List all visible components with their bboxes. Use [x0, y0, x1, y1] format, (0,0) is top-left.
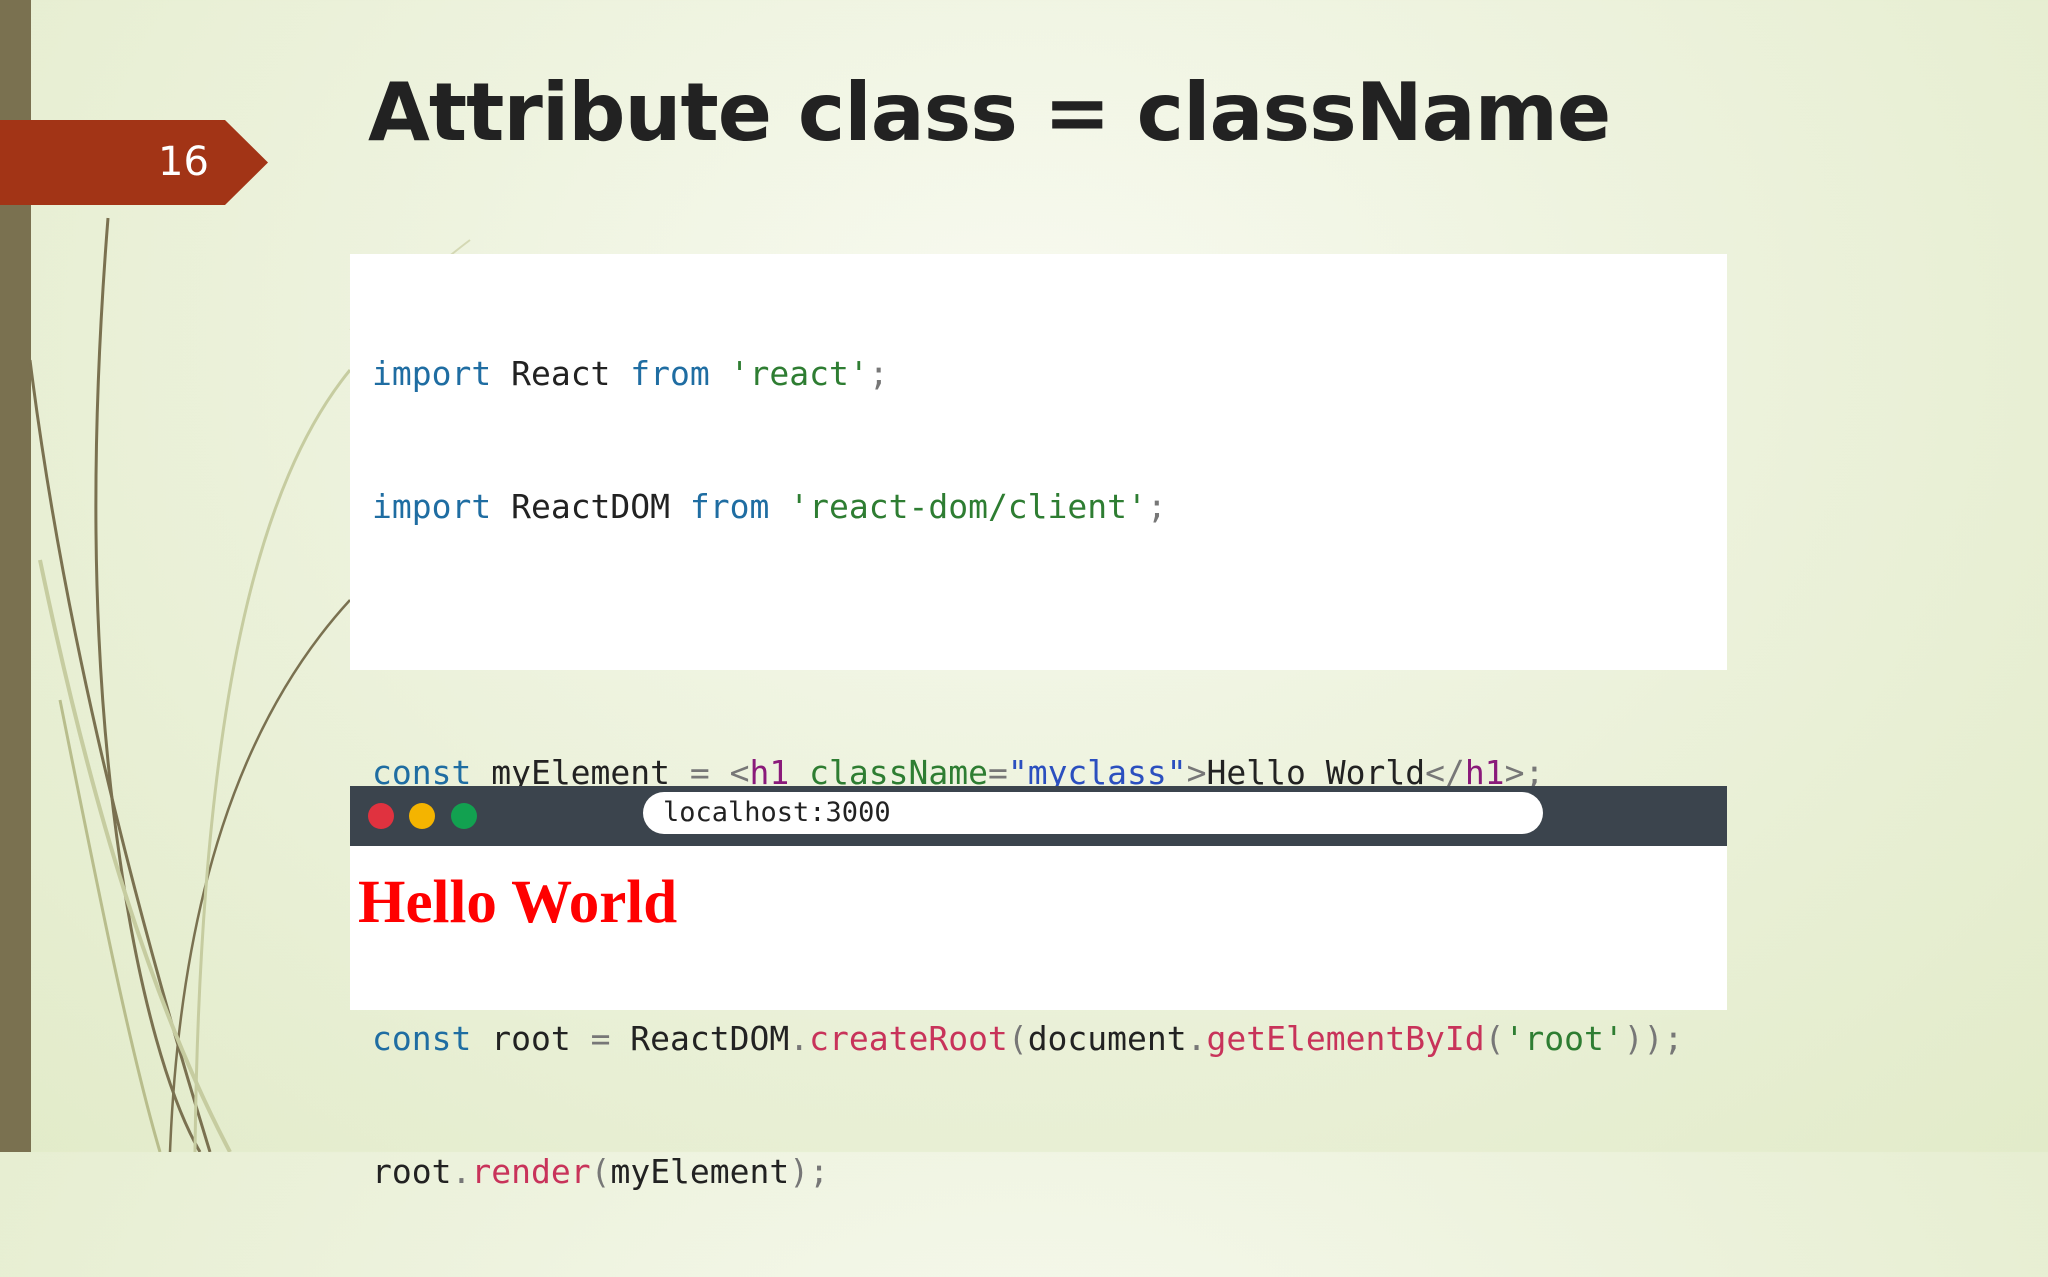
string-literal: 'react-dom/client' — [789, 487, 1147, 526]
function-name: getElementById — [1206, 1019, 1485, 1058]
function-name: render — [471, 1152, 591, 1191]
identifier: document — [1027, 1019, 1187, 1058]
punctuation: ; — [868, 354, 889, 393]
function-name: createRoot — [809, 1019, 1008, 1058]
keyword: from — [630, 354, 710, 393]
code-line-5: root.render(myElement); — [372, 1144, 1683, 1199]
close-window-dot-icon[interactable] — [368, 803, 394, 829]
identifier: root — [372, 1152, 452, 1191]
punctuation: . — [789, 1019, 810, 1058]
code-line-4: const root = ReactDOM.createRoot(documen… — [372, 1011, 1683, 1066]
slide-title: Attribute class = className — [368, 66, 1611, 159]
punctuation: ( — [1007, 1019, 1028, 1058]
identifier: ReactDOM — [610, 1019, 790, 1058]
code-block: import React from 'react'; import ReactD… — [350, 254, 1727, 1191]
keyword: import — [372, 487, 492, 526]
browser-preview: localhost:3000 Hello World — [350, 786, 1727, 1010]
keyword: from — [689, 487, 770, 526]
code-line-1: import React from 'react'; — [372, 346, 1683, 401]
punctuation: . — [451, 1152, 472, 1191]
punctuation: ) — [789, 1152, 810, 1191]
code-line-2: import ReactDOM from 'react-dom/client'; — [372, 479, 1683, 534]
identifier: ReactDOM — [491, 487, 690, 526]
operator: = — [590, 1019, 611, 1058]
string-literal: 'root' — [1504, 1019, 1624, 1058]
punctuation: ; — [1146, 487, 1167, 526]
identifier: myElement — [610, 1152, 790, 1191]
punctuation: . — [1186, 1019, 1207, 1058]
punctuation: ; — [809, 1152, 830, 1191]
identifier: root — [471, 1019, 591, 1058]
string-literal: 'react' — [729, 354, 869, 393]
punctuation: ( — [590, 1152, 611, 1191]
address-url: localhost:3000 — [663, 797, 891, 828]
slide-number-tab — [0, 120, 268, 205]
address-bar[interactable]: localhost:3000 — [643, 792, 1543, 834]
rendered-heading: Hello World — [358, 869, 678, 936]
keyword: const — [372, 1019, 472, 1058]
punctuation: ; — [1663, 1019, 1684, 1058]
keyword: import — [372, 354, 492, 393]
browser-toolbar: localhost:3000 — [350, 786, 1727, 846]
punctuation: )) — [1623, 1019, 1664, 1058]
slide-number: 16 — [158, 139, 209, 185]
punctuation: ( — [1484, 1019, 1505, 1058]
identifier: React — [491, 354, 631, 393]
minimize-window-dot-icon[interactable] — [409, 803, 435, 829]
code-text: import React from 'react'; import ReactD… — [372, 268, 1683, 1277]
maximize-window-dot-icon[interactable] — [451, 803, 477, 829]
